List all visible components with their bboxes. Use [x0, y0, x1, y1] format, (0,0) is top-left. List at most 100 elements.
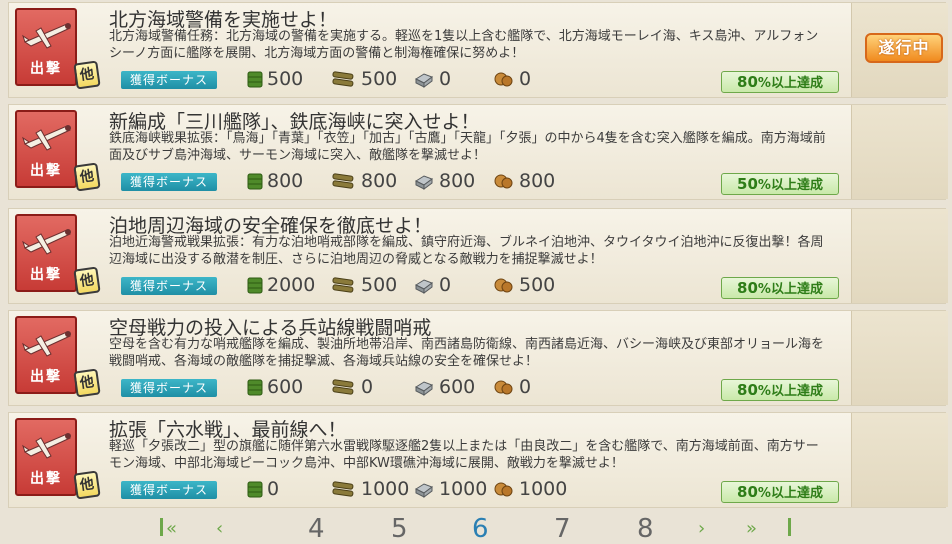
steel-reward: 800: [413, 170, 475, 195]
progress-badge: 80%以上達成: [721, 379, 839, 401]
ammo-amount: 800: [361, 170, 398, 192]
first-page-icon[interactable]: «: [166, 518, 194, 539]
quest-row[interactable]: 出撃 他 新編成「三川艦隊」、鉄底海峡に突入せよ！ 鉄底海峡戦果拡張：「鳥海」「…: [8, 104, 948, 200]
ammo-reward: 1000: [331, 478, 409, 503]
fuel-reward: 500: [247, 68, 303, 93]
page-5[interactable]: 5: [391, 514, 408, 544]
bauxite-icon: [493, 70, 515, 93]
sub-category-badge: 他: [73, 266, 101, 296]
bauxite-icon: [493, 172, 515, 195]
progress-percent: 80: [737, 73, 758, 91]
ongoing-status-badge[interactable]: 遂行中: [865, 33, 943, 63]
prev-page-icon[interactable]: ‹: [216, 518, 244, 539]
quest-status-column: [851, 105, 948, 199]
steel-amount: 800: [439, 170, 476, 192]
fuel-amount: 2000: [267, 274, 316, 296]
last-page-icon[interactable]: »: [746, 518, 774, 539]
steel-reward: 600: [413, 376, 475, 401]
progress-percent: 80: [737, 483, 758, 501]
steel-amount: 0: [439, 68, 452, 90]
bauxite-amount: 800: [519, 170, 556, 192]
progress-suffix: %以上達成: [757, 384, 823, 399]
fuel-amount: 0: [267, 478, 280, 500]
bonus-tag: 獲得ボーナス: [121, 481, 217, 499]
bonus-tag: 獲得ボーナス: [121, 277, 217, 295]
next-page-icon[interactable]: ›: [698, 518, 726, 539]
bonus-tag: 獲得ボーナス: [121, 173, 217, 191]
steel-amount: 0: [439, 274, 452, 296]
ammo-icon: [331, 378, 357, 401]
quest-status-column: [851, 209, 948, 303]
steel-icon: [413, 276, 435, 299]
ammo-reward: 500: [331, 274, 397, 299]
first-page-bar[interactable]: [160, 518, 163, 536]
category-badge: 出撃: [15, 214, 77, 292]
progress-badge: 80%以上達成: [721, 277, 839, 299]
progress-badge: 50%以上達成: [721, 173, 839, 195]
steel-icon: [413, 378, 435, 401]
fuel-amount: 800: [267, 170, 304, 192]
category-badge: 出撃: [15, 110, 77, 188]
progress-suffix: %以上達成: [757, 76, 823, 91]
bauxite-reward: 0: [493, 376, 531, 401]
ammo-reward: 500: [331, 68, 397, 93]
steel-icon: [413, 172, 435, 195]
steel-reward: 0: [413, 274, 451, 299]
fuel-drum-icon: [247, 480, 263, 503]
progress-percent: 50: [737, 175, 758, 193]
bauxite-icon: [493, 480, 515, 503]
quest-description: 北方海域警備任務：北方海域の警備を実施する。軽巡を1隻以上含む艦隊で、北方海域モ…: [109, 29, 819, 61]
sub-category-badge: 他: [73, 60, 101, 90]
steel-icon: [413, 70, 435, 93]
fuel-reward: 600: [247, 376, 303, 401]
pagination: « ‹ 4 5 6 7 8 › »: [150, 512, 800, 544]
quest-row[interactable]: 出撃 他 北方海域警備を実施せよ！ 北方海域警備任務：北方海域の警備を実施する。…: [8, 2, 948, 98]
fuel-amount: 600: [267, 376, 304, 398]
fuel-drum-icon: [247, 172, 263, 195]
fuel-drum-icon: [247, 378, 263, 401]
ammo-reward: 0: [331, 376, 373, 401]
quest-status-column: [851, 311, 948, 405]
steel-amount: 1000: [439, 478, 488, 500]
progress-badge: 80%以上達成: [721, 481, 839, 503]
page-6[interactable]: 6: [472, 514, 489, 544]
quest-description: 空母を含む有力な哨戒艦隊を編成、製油所地帯沿岸、南西諸島防衛線、南西諸島近海、バ…: [109, 337, 825, 369]
steel-reward: 1000: [413, 478, 487, 503]
ammo-icon: [331, 276, 357, 299]
page-4[interactable]: 4: [308, 514, 325, 544]
quest-row[interactable]: 出撃 他 拡張「六水戦」、最前線へ！ 軽巡「夕張改二」型の旗艦に随伴第六水雷戦隊…: [8, 412, 948, 508]
ammo-amount: 500: [361, 68, 398, 90]
category-badge: 出撃: [15, 418, 77, 496]
progress-suffix: %以上達成: [757, 282, 823, 297]
category-label: 出撃: [30, 163, 62, 179]
steel-amount: 600: [439, 376, 476, 398]
page-8[interactable]: 8: [637, 514, 654, 544]
page-7[interactable]: 7: [554, 514, 571, 544]
fuel-reward: 0: [247, 478, 279, 503]
ammo-icon: [331, 480, 357, 503]
sub-category-badge: 他: [73, 162, 101, 192]
quest-description: 鉄底海峡戦果拡張：「鳥海」「青葉」「衣笠」「加古」「古鷹」「天龍」「夕張」の中か…: [109, 131, 826, 163]
category-label: 出撃: [30, 61, 62, 77]
quest-row[interactable]: 出撃 他 泊地周辺海域の安全確保を徹底せよ！ 泊地近海警戒戦果拡張：有力な泊地哨…: [8, 208, 948, 304]
category-label: 出撃: [30, 471, 62, 487]
bauxite-reward: 1000: [493, 478, 567, 503]
fuel-drum-icon: [247, 276, 263, 299]
progress-percent: 80: [737, 279, 758, 297]
bauxite-reward: 500: [493, 274, 555, 299]
fuel-reward: 2000: [247, 274, 315, 299]
bonus-tag: 獲得ボーナス: [121, 379, 217, 397]
category-label: 出撃: [30, 369, 62, 385]
last-page-bar[interactable]: [788, 518, 791, 536]
progress-suffix: %以上達成: [757, 486, 823, 501]
ammo-amount: 0: [361, 376, 374, 398]
ammo-reward: 800: [331, 170, 397, 195]
fuel-drum-icon: [247, 70, 263, 93]
fuel-amount: 500: [267, 68, 304, 90]
ammo-amount: 1000: [361, 478, 410, 500]
sub-category-badge: 他: [73, 368, 101, 398]
category-badge: 出撃: [15, 316, 77, 394]
progress-badge: 80%以上達成: [721, 71, 839, 93]
ammo-amount: 500: [361, 274, 398, 296]
quest-row[interactable]: 出撃 他 空母戦力の投入による兵站線戦闘哨戒 空母を含む有力な哨戒艦隊を編成、製…: [8, 310, 948, 406]
